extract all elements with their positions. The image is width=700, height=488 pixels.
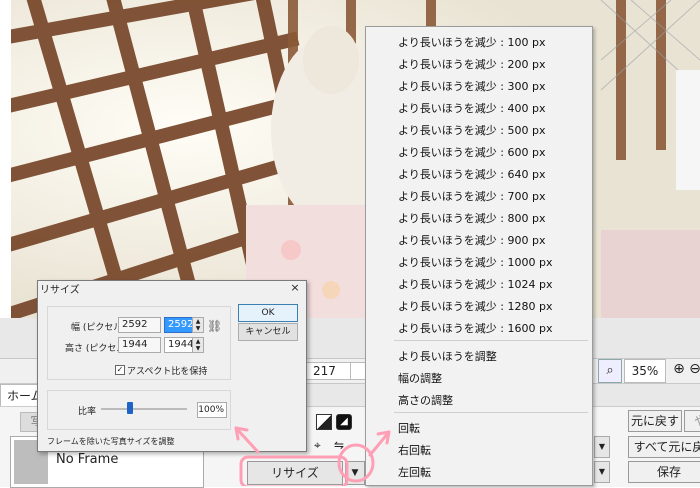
dropdown-arrow-icon[interactable]: ▼ xyxy=(594,461,610,483)
menu-item[interactable]: より長いほうを減少 : 800 px xyxy=(398,210,545,226)
dialog-title: リサイズ xyxy=(40,285,80,296)
menu-item[interactable]: より長いほうを減少 : 1600 px xyxy=(398,320,552,336)
ratio-slider-track[interactable] xyxy=(101,408,187,410)
dialog-note: フレームを除いた写真サイズを調整 xyxy=(47,437,175,446)
save-button[interactable]: 保存 xyxy=(628,461,700,483)
ratio-label: 比率 xyxy=(78,407,97,417)
menu-item[interactable]: より長いほうを減少 : 1024 px xyxy=(398,276,552,292)
aspect-checkbox[interactable]: ✓ xyxy=(115,365,125,375)
flip-icon[interactable]: ⇋ xyxy=(334,438,344,452)
ratio-input[interactable]: 100% xyxy=(197,402,227,418)
menu-item[interactable]: より長いほうを減少 : 1280 px xyxy=(398,298,552,314)
menu-item[interactable]: より長いほうを減少 : 700 px xyxy=(398,188,545,204)
ok-button[interactable]: OK xyxy=(238,304,298,322)
menu-item[interactable]: より長いほうを減少 : 200 px xyxy=(398,56,545,72)
menu-item[interactable]: より長いほうを減少 : 100 px xyxy=(398,34,545,50)
menu-separator xyxy=(394,340,588,341)
undo-all-button[interactable]: すべて元に戻 xyxy=(628,436,700,458)
height-original: 1944 xyxy=(118,337,161,353)
menu-item[interactable]: より長いほうを減少 : 600 px xyxy=(398,144,545,160)
menu-item[interactable]: より長いほうを減少 : 1000 px xyxy=(398,254,552,270)
height-input[interactable]: 1944 xyxy=(164,337,193,353)
resize-menu: より長いほうを減少 : 100 px より長いほうを減少 : 200 px より… xyxy=(365,26,593,486)
menu-item-rotate-right[interactable]: 右回転 xyxy=(398,442,431,458)
resize-button[interactable]: リサイズ xyxy=(247,461,343,485)
contrast-icon[interactable] xyxy=(316,414,332,430)
resize-dropdown-button[interactable]: ▼ xyxy=(345,461,365,485)
menu-item[interactable]: より長いほうを調整 xyxy=(398,348,497,364)
menu-item-rotate[interactable]: 回転 xyxy=(398,420,420,436)
width-spinner[interactable]: ▲ ▼ xyxy=(192,317,204,333)
height-spinner[interactable]: ▲ ▼ xyxy=(192,337,204,353)
crop-icon[interactable]: ⌖ xyxy=(314,438,321,453)
cancel-button[interactable]: キャンセル xyxy=(238,323,298,341)
menu-item[interactable]: より長いほうを減少 : 500 px xyxy=(398,122,545,138)
redo-button[interactable]: や xyxy=(684,410,700,432)
photo-canvas[interactable] xyxy=(11,0,700,318)
frame-name: No Frame xyxy=(56,452,119,467)
zoom-out-icon[interactable]: ⊖ xyxy=(688,360,700,378)
close-icon[interactable]: × xyxy=(289,281,301,294)
menu-item[interactable]: より長いほうを減少 : 900 px xyxy=(398,232,545,248)
zoom-fit-icon[interactable]: ⌕ xyxy=(598,359,622,383)
menu-item[interactable]: より長いほうを減少 : 300 px xyxy=(398,78,545,94)
width-input[interactable]: 2592 xyxy=(164,317,193,333)
menu-item[interactable]: 幅の調整 xyxy=(398,370,442,386)
chain-link-icon[interactable]: ⛓ xyxy=(207,319,222,333)
menu-item-rotate-left[interactable]: 左回転 xyxy=(398,464,431,480)
width-original: 2592 xyxy=(118,317,161,333)
menu-separator xyxy=(394,412,588,413)
effect-icon[interactable]: ◢ xyxy=(336,414,352,430)
menu-item[interactable]: より長いほうを減少 : 400 px xyxy=(398,100,545,116)
photo-image xyxy=(11,0,700,318)
aspect-label: アスペクト比を保持 xyxy=(127,367,208,377)
dropdown-arrow-icon[interactable]: ▼ xyxy=(594,436,610,458)
zoom-level[interactable]: 35% xyxy=(624,359,666,383)
undo-button[interactable]: 元に戻す xyxy=(628,410,682,432)
ratio-slider-thumb[interactable] xyxy=(127,402,133,414)
menu-item[interactable]: より長いほうを減少 : 640 px xyxy=(398,166,545,182)
menu-item[interactable]: 高さの調整 xyxy=(398,392,453,408)
zoom-in-icon[interactable]: ⊕ xyxy=(670,360,688,378)
